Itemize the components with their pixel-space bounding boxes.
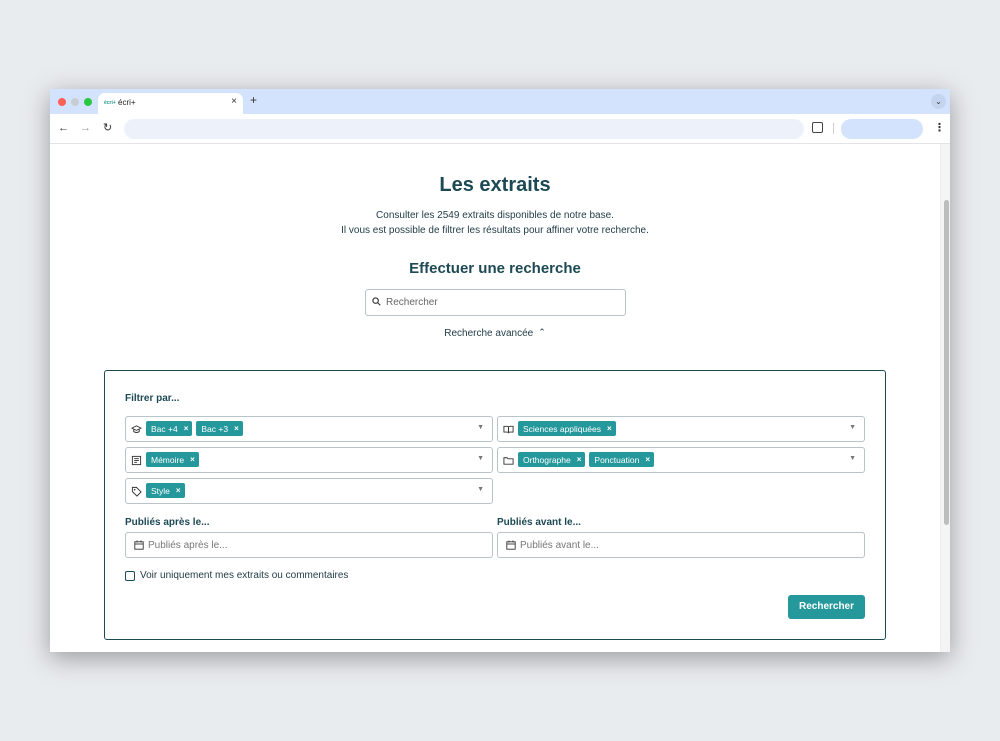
advanced-filter-panel: Filtrer par... Bac +4 × Bac +3 × ▼ Science… [104,370,886,640]
chip-label: Orthographe [523,454,571,465]
favicon-icon: écri+ [104,100,116,106]
chip-remove-icon[interactable]: × [645,455,650,464]
filter-chip: Bac +3 × [196,421,243,436]
extensions-icon[interactable] [812,122,823,133]
page-viewport: Les extraits Consulter les 2549 extraits… [50,144,950,652]
tag-icon [131,486,142,497]
browser-menu-button[interactable]: ⋮ [934,121,945,134]
category-filter-select[interactable]: Orthographe × Ponctuation × ▼ [497,447,865,473]
chevron-down-icon[interactable]: ▼ [849,455,856,462]
graduation-cap-icon [131,425,142,433]
calendar-icon [506,540,516,550]
filter-chip: Mémoire × [146,452,199,467]
chip-remove-icon[interactable]: × [190,455,195,464]
active-tab[interactable]: écri+ écri+ × [98,93,243,114]
profile-button[interactable] [841,119,923,139]
search-heading: Effectuer une recherche [409,260,581,277]
published-after-label: Publiés après le... [125,517,210,528]
tag-filter-select[interactable]: Style × ▼ [125,478,493,504]
chevron-down-icon[interactable]: ▼ [477,455,484,462]
published-before-label: Publiés avant le... [497,517,581,528]
calendar-icon [134,540,144,550]
chip-label: Mémoire [151,454,185,465]
search-input[interactable] [386,292,621,313]
intro-text-line2: Il vous est possible de filtrer les résu… [341,225,649,236]
advanced-search-toggle[interactable]: Recherche avancée ⌃ [50,327,940,339]
browser-window: écri+ écri+ × + ⌄ ← → ↻ ⋮ Les extraits C… [50,89,950,652]
chip-remove-icon[interactable]: × [184,424,189,433]
only-mine-checkbox[interactable] [125,570,135,581]
discipline-filter-select[interactable]: Sciences appliquées × ▼ [497,416,865,442]
search-box[interactable] [365,289,626,316]
search-submit-button[interactable]: Rechercher [788,595,865,619]
back-button[interactable]: ← [58,121,69,135]
chip-remove-icon[interactable]: × [176,486,181,495]
filter-label: Filtrer par... [125,393,180,404]
close-window-button[interactable] [58,98,66,106]
level-filter-select[interactable]: Bac +4 × Bac +3 × ▼ [125,416,493,442]
new-tab-button[interactable]: + [250,94,257,106]
tab-title: écri+ [118,98,136,107]
forward-button[interactable]: → [80,121,91,135]
search-icon [372,297,381,306]
scrollbar-thumb[interactable] [944,200,949,525]
chip-label: Bac +4 [151,423,178,434]
page-title: Les extraits [439,174,551,196]
chevron-down-icon[interactable]: ▼ [849,424,856,431]
filter-chip: Sciences appliquées × [518,421,616,436]
published-after-field[interactable] [125,532,493,558]
address-bar[interactable] [124,119,804,139]
advanced-search-label: Recherche avancée [444,328,534,339]
tab-search-button[interactable]: ⌄ [931,94,946,109]
tab-strip: écri+ écri+ × + ⌄ [50,89,950,114]
only-mine-checkbox-row[interactable]: Voir uniquement mes extraits ou commenta… [125,570,348,581]
chip-label: Sciences appliquées [523,423,601,434]
filter-chip: Ponctuation × [589,452,654,467]
chevron-down-icon[interactable]: ▼ [477,424,484,431]
maximize-window-button[interactable] [84,98,92,106]
chip-remove-icon[interactable]: × [234,424,239,433]
book-icon [503,425,514,434]
only-mine-label: Voir uniquement mes extraits ou commenta… [140,570,349,581]
minimize-window-button[interactable] [71,98,79,106]
chevron-up-icon: ⌃ [538,327,546,337]
chip-label: Style [151,485,170,496]
chip-label: Ponctuation [594,454,640,465]
close-tab-icon[interactable]: × [231,96,237,107]
published-before-field[interactable] [497,532,865,558]
page-scrollbar[interactable] [940,144,950,652]
filter-chip: Style × [146,483,185,498]
chevron-down-icon[interactable]: ▼ [477,486,484,493]
published-after-input[interactable] [148,536,478,554]
toolbar-divider [833,123,834,134]
reload-button[interactable]: ↻ [103,121,112,135]
folder-icon [503,457,514,465]
chip-remove-icon[interactable]: × [607,424,612,433]
document-type-icon [131,455,142,466]
published-before-input[interactable] [520,536,850,554]
chip-remove-icon[interactable]: × [577,455,582,464]
filter-chip: Bac +4 × [146,421,193,436]
chip-label: Bac +3 [201,423,229,434]
document-type-filter-select[interactable]: Mémoire × ▼ [125,447,493,473]
filter-chip: Orthographe × [518,452,586,467]
intro-text-line1: Consulter les 2549 extraits disponibles … [376,210,614,221]
browser-toolbar: ← → ↻ ⋮ [50,114,950,144]
